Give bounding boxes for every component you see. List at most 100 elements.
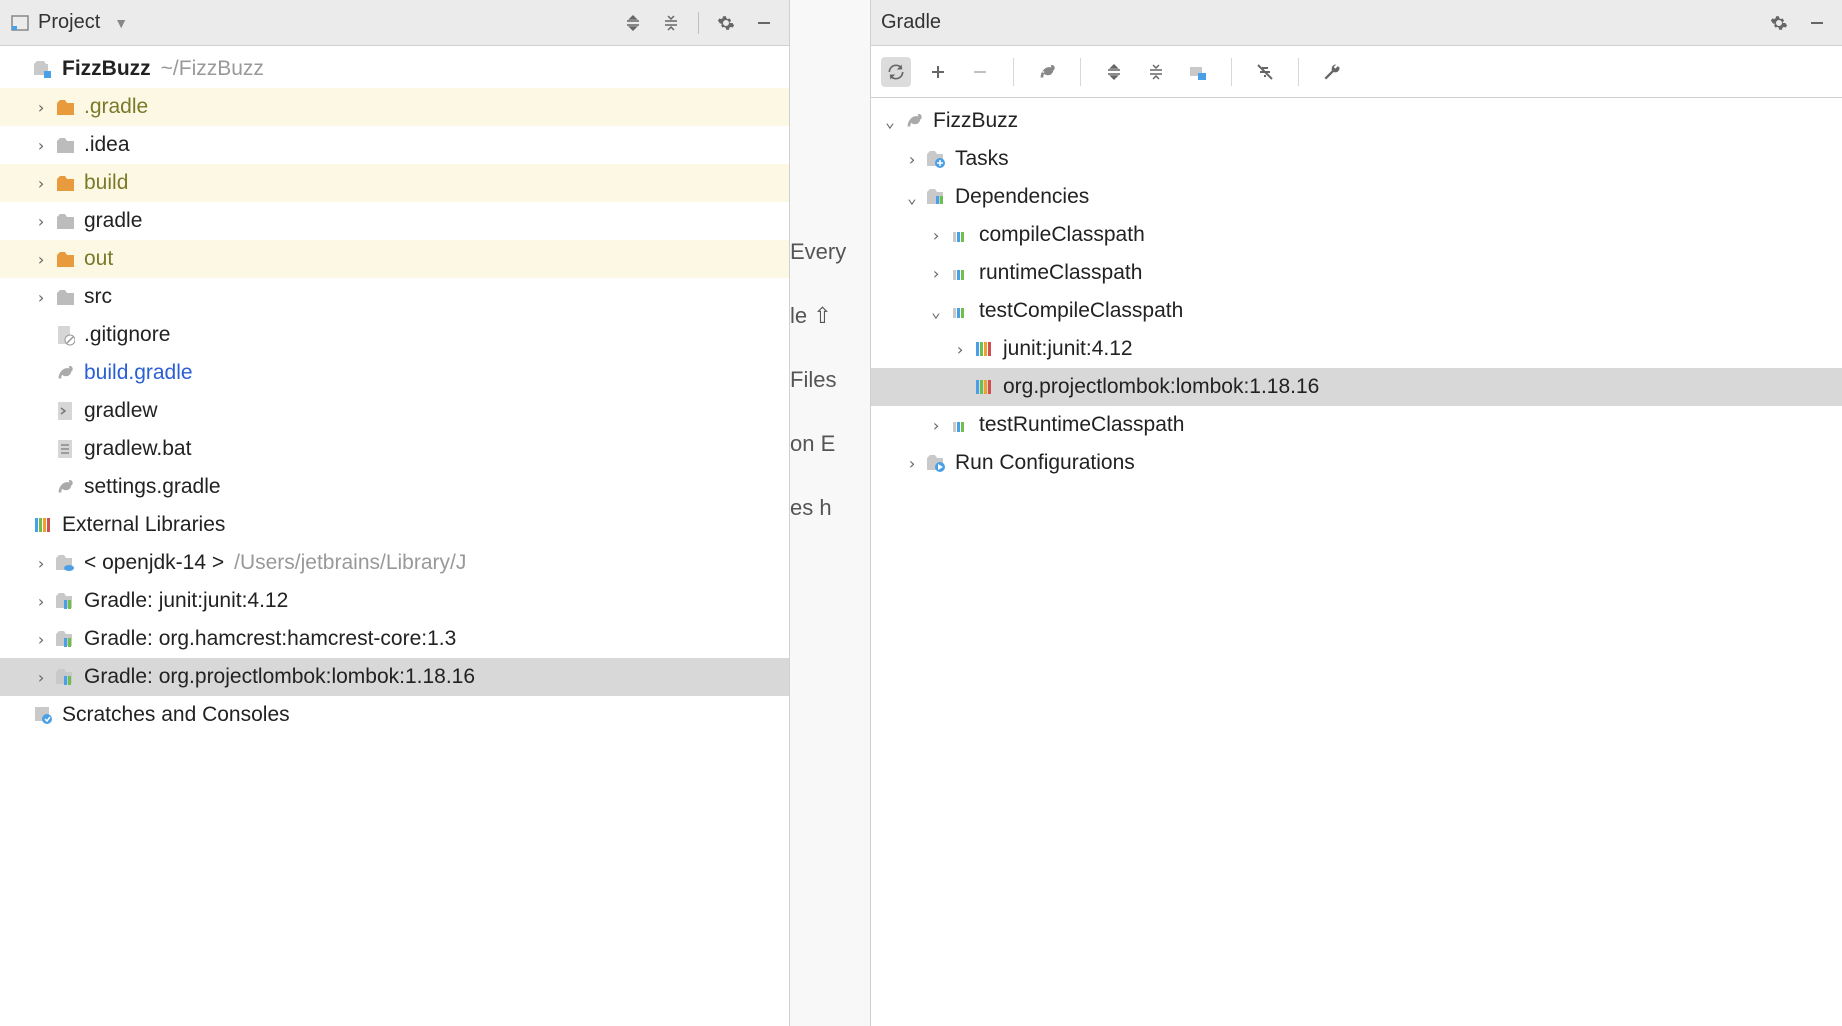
execute-gradle-button[interactable] — [1032, 57, 1062, 87]
elephant-icon — [52, 474, 78, 500]
dependency-scope[interactable]: ⌄testCompileClasspath — [871, 292, 1842, 330]
tree-arrow-down[interactable]: ⌄ — [901, 188, 923, 207]
gradle-panel-title: Gradle — [881, 11, 941, 34]
tree-arrow-right[interactable]: › — [30, 136, 52, 155]
gradle-tasks[interactable]: › Tasks — [871, 140, 1842, 178]
tree-arrow-right[interactable]: › — [30, 98, 52, 117]
tree-arrow-none: · — [30, 402, 52, 421]
tree-item-label: build — [84, 171, 128, 195]
external-library-item[interactable]: ›< openjdk-14 >/Users/jetbrains/Library/… — [0, 544, 789, 582]
tree-arrow-right[interactable]: › — [901, 150, 923, 169]
collapse-all-gradle-button[interactable] — [1141, 57, 1171, 87]
separator — [1013, 58, 1014, 86]
tree-arrow-right[interactable]: › — [925, 226, 947, 245]
gradle-panel-header: Gradle — [871, 0, 1842, 46]
gradle-settings-button[interactable] — [1764, 8, 1794, 38]
tree-arrow-none: · — [8, 516, 30, 535]
tree-arrow-down[interactable]: ⌄ — [925, 302, 947, 321]
dependency-item[interactable]: ›junit:junit:4.12 — [871, 330, 1842, 368]
tree-item-label: .gradle — [84, 95, 148, 119]
settings-button[interactable] — [711, 8, 741, 38]
project-tree-item[interactable]: ·build.gradle — [0, 354, 789, 392]
tree-item-label: settings.gradle — [84, 475, 221, 499]
project-tree[interactable]: · FizzBuzz ~/FizzBuzz ›.gradle›.idea›bui… — [0, 46, 789, 1026]
file-ignore-icon — [52, 322, 78, 348]
separator — [1298, 58, 1299, 86]
external-libraries[interactable]: · External Libraries — [0, 506, 789, 544]
refresh-button[interactable] — [881, 57, 911, 87]
external-libraries-label: External Libraries — [62, 513, 225, 537]
tree-arrow-right[interactable]: › — [30, 174, 52, 193]
tree-arrow-right[interactable]: › — [925, 264, 947, 283]
gradle-root[interactable]: ⌄ FizzBuzz — [871, 102, 1842, 140]
elephant-icon — [901, 108, 927, 134]
dependency-scope[interactable]: ›compileClasspath — [871, 216, 1842, 254]
tree-arrow-right[interactable]: › — [949, 340, 971, 359]
external-library-item[interactable]: › Gradle: junit:junit:4.12 — [0, 582, 789, 620]
tree-arrow-right[interactable]: › — [925, 416, 947, 435]
project-tree-item[interactable]: ›out — [0, 240, 789, 278]
show-dependencies-button[interactable] — [1183, 57, 1213, 87]
tree-arrow-right[interactable]: › — [30, 668, 52, 687]
separator — [1231, 58, 1232, 86]
tree-arrow-none: · — [8, 60, 30, 79]
project-tree-item[interactable]: ·gradlew.bat — [0, 430, 789, 468]
external-library-item[interactable]: ›Gradle: org.projectlombok:lombok:1.18.1… — [0, 658, 789, 696]
project-tree-item[interactable]: › src — [0, 278, 789, 316]
file-sh-icon — [52, 398, 78, 424]
gradle-toolbar — [871, 46, 1842, 98]
tree-arrow-down[interactable]: ⌄ — [879, 112, 901, 131]
tree-item-label: src — [84, 285, 112, 309]
lib-icon — [52, 626, 78, 652]
project-panel-title[interactable]: Project — [38, 11, 100, 34]
build-tool-settings-button[interactable] — [1317, 57, 1347, 87]
project-tree-item[interactable]: ·.gitignore — [0, 316, 789, 354]
tree-arrow-right[interactable]: › — [30, 592, 52, 611]
gradle-run-configs-label: Run Configurations — [955, 451, 1135, 475]
expand-all-button[interactable] — [618, 8, 648, 38]
gradle-dependencies[interactable]: ⌄ Dependencies — [871, 178, 1842, 216]
project-tree-item[interactable]: › build — [0, 164, 789, 202]
project-root[interactable]: · FizzBuzz ~/FizzBuzz — [0, 50, 789, 88]
gradle-minimize-button[interactable] — [1802, 8, 1832, 38]
scratches-consoles[interactable]: · Scratches and Consoles — [0, 696, 789, 734]
tree-arrow-none: · — [30, 440, 52, 459]
gradle-run-configs[interactable]: › Run Configurations — [871, 444, 1842, 482]
add-button[interactable] — [923, 57, 953, 87]
project-panel-header: Project ▼ — [0, 0, 789, 46]
tree-arrow-right[interactable]: › — [901, 454, 923, 473]
remove-button[interactable] — [965, 57, 995, 87]
dependency-item[interactable]: ·org.projectlombok:lombok:1.18.16 — [871, 368, 1842, 406]
tree-arrow-right[interactable]: › — [30, 250, 52, 269]
expand-all-gradle-button[interactable] — [1099, 57, 1129, 87]
project-tree-item[interactable]: · gradlew — [0, 392, 789, 430]
dependencies-folder-icon — [923, 184, 949, 210]
dependency-scope[interactable]: ›testRuntimeClasspath — [871, 406, 1842, 444]
gradle-tree[interactable]: ⌄ FizzBuzz › Tasks ⌄ Dependencies — [871, 98, 1842, 1026]
dependency-scope[interactable]: ›runtimeClasspath — [871, 254, 1842, 292]
project-tree-item[interactable]: ·settings.gradle — [0, 468, 789, 506]
run-config-folder-icon — [923, 450, 949, 476]
tree-arrow-right[interactable]: › — [30, 554, 52, 573]
project-tree-item[interactable]: ›.idea — [0, 126, 789, 164]
tree-arrow-right[interactable]: › — [30, 212, 52, 231]
tree-arrow-none: · — [949, 378, 971, 397]
gradle-root-label: FizzBuzz — [933, 109, 1018, 133]
gradle-dependencies-label: Dependencies — [955, 185, 1089, 209]
toggle-offline-button[interactable] — [1250, 57, 1280, 87]
project-tree-item[interactable]: › .gradle — [0, 88, 789, 126]
minimize-button[interactable] — [749, 8, 779, 38]
project-tree-item[interactable]: ›gradle — [0, 202, 789, 240]
tree-item-label: Gradle: junit:junit:4.12 — [84, 589, 288, 613]
editor-sliver: Every le ⇧ Files on E es h — [790, 0, 870, 1026]
tree-item-label: gradlew — [84, 399, 158, 423]
separator — [1080, 58, 1081, 86]
chevron-down-icon[interactable]: ▼ — [114, 15, 128, 31]
library-icon — [971, 374, 997, 400]
tree-arrow-right[interactable]: › — [30, 630, 52, 649]
collapse-all-button[interactable] — [656, 8, 686, 38]
lib-folder-icon — [947, 260, 973, 286]
external-library-item[interactable]: ›Gradle: org.hamcrest:hamcrest-core:1.3 — [0, 620, 789, 658]
tree-arrow-right[interactable]: › — [30, 288, 52, 307]
lib-folder-icon — [947, 412, 973, 438]
